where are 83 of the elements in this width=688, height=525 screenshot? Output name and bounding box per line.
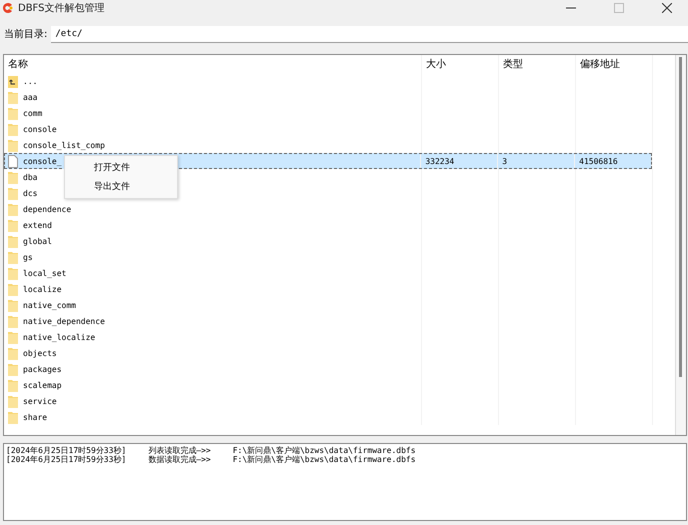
file-name: share xyxy=(23,412,48,422)
folder-icon xyxy=(8,266,18,280)
file-name: console_ xyxy=(23,156,62,166)
column-header[interactable]: 类型 xyxy=(499,55,576,73)
file-name: dependence xyxy=(23,204,72,214)
column-header[interactable]: 偏移地址 xyxy=(576,55,653,73)
folder-icon xyxy=(8,106,18,120)
file-name: console xyxy=(23,124,57,134)
file-name: aaa xyxy=(23,92,38,102)
file-row[interactable]: aaa xyxy=(4,89,675,105)
folder-icon xyxy=(8,298,18,312)
file-row[interactable]: objects xyxy=(4,345,675,361)
file-name: ... xyxy=(23,76,38,86)
folder-icon xyxy=(8,378,18,392)
log-time: [2024年6月25日17时59分33秒] xyxy=(6,455,126,464)
file-row[interactable]: scalemap xyxy=(4,377,675,393)
file-name: comm xyxy=(23,108,42,118)
file-row[interactable]: service xyxy=(4,393,675,409)
file-name: native_dependence xyxy=(23,316,105,326)
size-cell: 332234 xyxy=(425,156,454,166)
offset-cell: 41506816 xyxy=(579,156,618,166)
file-name: packages xyxy=(23,364,62,374)
file-row[interactable]: native_localize xyxy=(4,329,675,345)
file-row[interactable]: comm xyxy=(4,105,675,121)
folder-icon xyxy=(8,218,18,232)
log-message: 数据读取完成—>> xyxy=(148,455,211,464)
file-name: gs xyxy=(23,252,33,262)
column-header[interactable]: 名称 xyxy=(4,55,422,73)
up-folder-icon xyxy=(8,74,18,88)
folder-icon xyxy=(8,202,18,216)
file-name: console_list_comp xyxy=(23,140,105,150)
folder-icon xyxy=(8,282,18,296)
file-name: extend xyxy=(23,220,52,230)
folder-icon xyxy=(8,186,18,200)
type-cell: 3 xyxy=(502,156,508,166)
scrollbar[interactable] xyxy=(675,55,686,435)
file-name: service xyxy=(23,396,57,406)
folder-icon xyxy=(8,90,18,104)
file-name: local_set xyxy=(23,268,66,278)
close-icon[interactable] xyxy=(662,3,672,13)
folder-icon xyxy=(8,122,18,136)
file-row[interactable]: packages xyxy=(4,361,675,377)
folder-icon xyxy=(8,362,18,376)
file-name: objects xyxy=(23,348,57,358)
file-name: global xyxy=(23,236,52,246)
log-path: F:\新问鼎\客户端\bzws\data\firmware.dbfs xyxy=(232,446,416,455)
log-path: F:\新问鼎\客户端\bzws\data\firmware.dbfs xyxy=(232,455,416,464)
file-name: scalemap xyxy=(23,380,62,390)
folder-icon xyxy=(8,314,18,328)
folder-icon xyxy=(8,250,18,264)
file-icon xyxy=(8,154,18,168)
file-name: dba xyxy=(23,172,38,182)
menu-item[interactable]: 导出文件 xyxy=(65,177,177,196)
file-row[interactable]: extend xyxy=(4,217,675,233)
file-row[interactable]: gs xyxy=(4,249,675,265)
maximize-icon xyxy=(614,3,624,13)
file-row[interactable]: global xyxy=(4,233,675,249)
folder-icon xyxy=(8,170,18,184)
file-row[interactable]: console xyxy=(4,121,675,137)
folder-icon xyxy=(8,394,18,408)
file-row[interactable]: native_comm xyxy=(4,297,675,313)
folder-icon xyxy=(8,330,18,344)
folder-icon xyxy=(8,346,18,360)
file-row[interactable]: local_set xyxy=(4,265,675,281)
folder-icon xyxy=(8,234,18,248)
file-row[interactable]: ... xyxy=(4,73,675,89)
log-time: [2024年6月25日17时59分33秒] xyxy=(6,446,126,455)
file-name: dcs xyxy=(23,188,38,198)
file-name: native_localize xyxy=(23,332,96,342)
file-name: localize xyxy=(23,284,62,294)
file-name: native_comm xyxy=(23,300,76,310)
path-label: 当前目录: xyxy=(4,28,48,41)
log-message: 列表读取完成—>> xyxy=(148,446,211,455)
file-row[interactable]: localize xyxy=(4,281,675,297)
folder-icon xyxy=(8,410,18,424)
folder-icon xyxy=(8,138,18,152)
file-row[interactable]: dependence xyxy=(4,201,675,217)
file-row[interactable]: native_dependence xyxy=(4,313,675,329)
window-title: DBFS文件解包管理 xyxy=(18,2,104,15)
path-field[interactable]: /etc/ xyxy=(51,26,688,42)
app-logo-icon xyxy=(2,2,14,14)
column-header[interactable]: 大小 xyxy=(422,55,499,73)
file-row[interactable]: share xyxy=(4,409,675,425)
